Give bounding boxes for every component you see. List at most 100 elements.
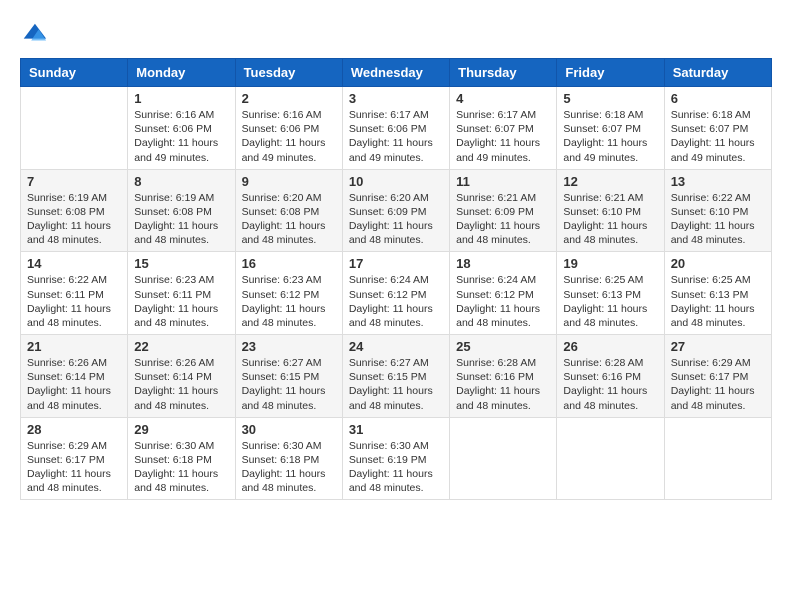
day-info: Sunrise: 6:22 AM Sunset: 6:10 PM Dayligh… — [671, 191, 765, 248]
calendar-cell: 8 Sunrise: 6:19 AM Sunset: 6:08 PM Dayli… — [128, 169, 235, 252]
calendar-cell: 10 Sunrise: 6:20 AM Sunset: 6:09 PM Dayl… — [342, 169, 449, 252]
calendar-cell: 16 Sunrise: 6:23 AM Sunset: 6:12 PM Dayl… — [235, 252, 342, 335]
day-number: 9 — [242, 174, 336, 189]
week-row-1: 1 Sunrise: 6:16 AM Sunset: 6:06 PM Dayli… — [21, 87, 772, 170]
week-row-2: 7 Sunrise: 6:19 AM Sunset: 6:08 PM Dayli… — [21, 169, 772, 252]
day-info: Sunrise: 6:30 AM Sunset: 6:19 PM Dayligh… — [349, 439, 443, 496]
calendar-cell: 2 Sunrise: 6:16 AM Sunset: 6:06 PM Dayli… — [235, 87, 342, 170]
calendar-cell: 30 Sunrise: 6:30 AM Sunset: 6:18 PM Dayl… — [235, 417, 342, 500]
calendar-cell: 13 Sunrise: 6:22 AM Sunset: 6:10 PM Dayl… — [664, 169, 771, 252]
day-number: 11 — [456, 174, 550, 189]
week-row-5: 28 Sunrise: 6:29 AM Sunset: 6:17 PM Dayl… — [21, 417, 772, 500]
calendar-cell: 28 Sunrise: 6:29 AM Sunset: 6:17 PM Dayl… — [21, 417, 128, 500]
day-number: 22 — [134, 339, 228, 354]
day-number: 5 — [563, 91, 657, 106]
calendar-cell: 21 Sunrise: 6:26 AM Sunset: 6:14 PM Dayl… — [21, 335, 128, 418]
weekday-header-sunday: Sunday — [21, 59, 128, 87]
day-info: Sunrise: 6:24 AM Sunset: 6:12 PM Dayligh… — [349, 273, 443, 330]
day-number: 30 — [242, 422, 336, 437]
day-number: 25 — [456, 339, 550, 354]
calendar-cell: 31 Sunrise: 6:30 AM Sunset: 6:19 PM Dayl… — [342, 417, 449, 500]
calendar-cell: 11 Sunrise: 6:21 AM Sunset: 6:09 PM Dayl… — [450, 169, 557, 252]
day-info: Sunrise: 6:17 AM Sunset: 6:07 PM Dayligh… — [456, 108, 550, 165]
day-info: Sunrise: 6:20 AM Sunset: 6:09 PM Dayligh… — [349, 191, 443, 248]
day-info: Sunrise: 6:21 AM Sunset: 6:09 PM Dayligh… — [456, 191, 550, 248]
day-info: Sunrise: 6:25 AM Sunset: 6:13 PM Dayligh… — [563, 273, 657, 330]
day-info: Sunrise: 6:23 AM Sunset: 6:11 PM Dayligh… — [134, 273, 228, 330]
calendar-cell: 4 Sunrise: 6:17 AM Sunset: 6:07 PM Dayli… — [450, 87, 557, 170]
calendar-cell: 20 Sunrise: 6:25 AM Sunset: 6:13 PM Dayl… — [664, 252, 771, 335]
weekday-header-tuesday: Tuesday — [235, 59, 342, 87]
day-number: 21 — [27, 339, 121, 354]
logo-icon — [20, 20, 48, 48]
calendar-cell: 9 Sunrise: 6:20 AM Sunset: 6:08 PM Dayli… — [235, 169, 342, 252]
day-number: 28 — [27, 422, 121, 437]
day-number: 3 — [349, 91, 443, 106]
day-number: 27 — [671, 339, 765, 354]
calendar-cell: 26 Sunrise: 6:28 AM Sunset: 6:16 PM Dayl… — [557, 335, 664, 418]
calendar-cell: 18 Sunrise: 6:24 AM Sunset: 6:12 PM Dayl… — [450, 252, 557, 335]
day-info: Sunrise: 6:28 AM Sunset: 6:16 PM Dayligh… — [563, 356, 657, 413]
calendar-cell — [21, 87, 128, 170]
calendar-cell: 14 Sunrise: 6:22 AM Sunset: 6:11 PM Dayl… — [21, 252, 128, 335]
calendar-cell: 17 Sunrise: 6:24 AM Sunset: 6:12 PM Dayl… — [342, 252, 449, 335]
day-info: Sunrise: 6:21 AM Sunset: 6:10 PM Dayligh… — [563, 191, 657, 248]
day-number: 16 — [242, 256, 336, 271]
day-info: Sunrise: 6:27 AM Sunset: 6:15 PM Dayligh… — [349, 356, 443, 413]
day-info: Sunrise: 6:25 AM Sunset: 6:13 PM Dayligh… — [671, 273, 765, 330]
calendar-cell: 27 Sunrise: 6:29 AM Sunset: 6:17 PM Dayl… — [664, 335, 771, 418]
day-info: Sunrise: 6:16 AM Sunset: 6:06 PM Dayligh… — [134, 108, 228, 165]
day-info: Sunrise: 6:30 AM Sunset: 6:18 PM Dayligh… — [134, 439, 228, 496]
day-info: Sunrise: 6:20 AM Sunset: 6:08 PM Dayligh… — [242, 191, 336, 248]
day-number: 13 — [671, 174, 765, 189]
calendar-cell: 6 Sunrise: 6:18 AM Sunset: 6:07 PM Dayli… — [664, 87, 771, 170]
day-number: 17 — [349, 256, 443, 271]
weekday-header-row: SundayMondayTuesdayWednesdayThursdayFrid… — [21, 59, 772, 87]
calendar-cell: 12 Sunrise: 6:21 AM Sunset: 6:10 PM Dayl… — [557, 169, 664, 252]
calendar-cell — [557, 417, 664, 500]
day-number: 19 — [563, 256, 657, 271]
calendar-cell — [664, 417, 771, 500]
day-info: Sunrise: 6:18 AM Sunset: 6:07 PM Dayligh… — [671, 108, 765, 165]
calendar-cell: 24 Sunrise: 6:27 AM Sunset: 6:15 PM Dayl… — [342, 335, 449, 418]
day-info: Sunrise: 6:29 AM Sunset: 6:17 PM Dayligh… — [671, 356, 765, 413]
day-info: Sunrise: 6:24 AM Sunset: 6:12 PM Dayligh… — [456, 273, 550, 330]
week-row-3: 14 Sunrise: 6:22 AM Sunset: 6:11 PM Dayl… — [21, 252, 772, 335]
day-info: Sunrise: 6:19 AM Sunset: 6:08 PM Dayligh… — [134, 191, 228, 248]
day-info: Sunrise: 6:19 AM Sunset: 6:08 PM Dayligh… — [27, 191, 121, 248]
day-number: 29 — [134, 422, 228, 437]
day-number: 20 — [671, 256, 765, 271]
day-info: Sunrise: 6:16 AM Sunset: 6:06 PM Dayligh… — [242, 108, 336, 165]
day-number: 6 — [671, 91, 765, 106]
day-number: 24 — [349, 339, 443, 354]
week-row-4: 21 Sunrise: 6:26 AM Sunset: 6:14 PM Dayl… — [21, 335, 772, 418]
page-header — [20, 20, 772, 48]
day-info: Sunrise: 6:30 AM Sunset: 6:18 PM Dayligh… — [242, 439, 336, 496]
day-number: 26 — [563, 339, 657, 354]
day-info: Sunrise: 6:23 AM Sunset: 6:12 PM Dayligh… — [242, 273, 336, 330]
day-info: Sunrise: 6:18 AM Sunset: 6:07 PM Dayligh… — [563, 108, 657, 165]
calendar-cell: 3 Sunrise: 6:17 AM Sunset: 6:06 PM Dayli… — [342, 87, 449, 170]
day-number: 7 — [27, 174, 121, 189]
day-info: Sunrise: 6:28 AM Sunset: 6:16 PM Dayligh… — [456, 356, 550, 413]
day-number: 31 — [349, 422, 443, 437]
day-number: 2 — [242, 91, 336, 106]
day-info: Sunrise: 6:29 AM Sunset: 6:17 PM Dayligh… — [27, 439, 121, 496]
day-number: 8 — [134, 174, 228, 189]
day-info: Sunrise: 6:27 AM Sunset: 6:15 PM Dayligh… — [242, 356, 336, 413]
weekday-header-monday: Monday — [128, 59, 235, 87]
calendar-cell: 19 Sunrise: 6:25 AM Sunset: 6:13 PM Dayl… — [557, 252, 664, 335]
calendar-cell: 1 Sunrise: 6:16 AM Sunset: 6:06 PM Dayli… — [128, 87, 235, 170]
weekday-header-thursday: Thursday — [450, 59, 557, 87]
day-number: 14 — [27, 256, 121, 271]
day-info: Sunrise: 6:22 AM Sunset: 6:11 PM Dayligh… — [27, 273, 121, 330]
weekday-header-saturday: Saturday — [664, 59, 771, 87]
weekday-header-wednesday: Wednesday — [342, 59, 449, 87]
calendar-cell: 22 Sunrise: 6:26 AM Sunset: 6:14 PM Dayl… — [128, 335, 235, 418]
day-number: 15 — [134, 256, 228, 271]
calendar-cell: 29 Sunrise: 6:30 AM Sunset: 6:18 PM Dayl… — [128, 417, 235, 500]
day-number: 18 — [456, 256, 550, 271]
calendar-cell: 15 Sunrise: 6:23 AM Sunset: 6:11 PM Dayl… — [128, 252, 235, 335]
day-number: 23 — [242, 339, 336, 354]
calendar-cell — [450, 417, 557, 500]
